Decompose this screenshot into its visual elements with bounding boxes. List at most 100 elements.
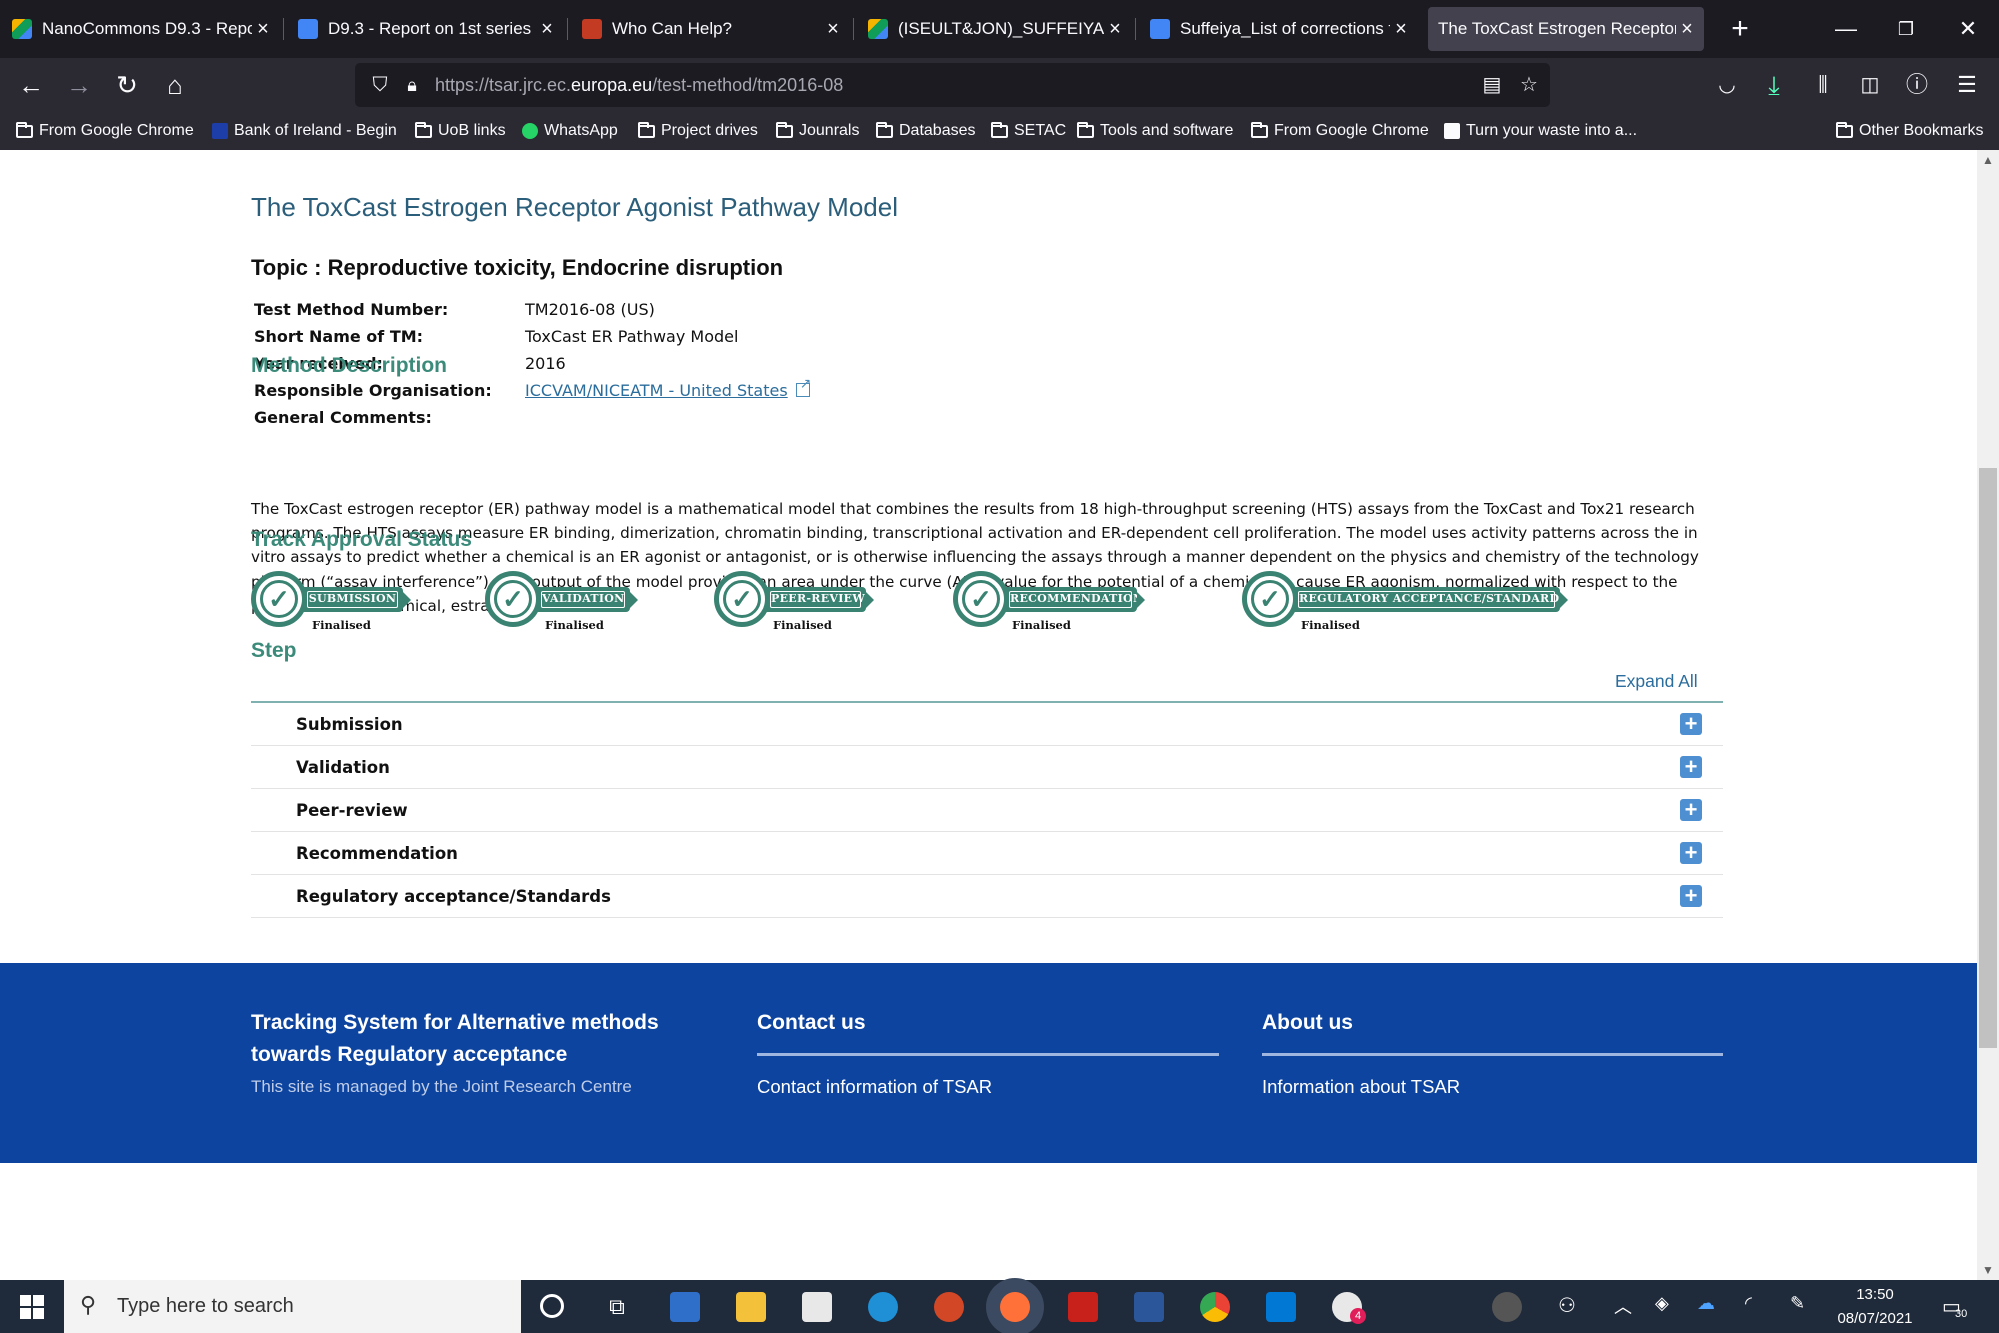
windows-taskbar: ⚲ Type here to search ⧉ 4 ⚇ ︿ ◈ ☁ ◜ ✎ 13… <box>0 1280 1999 1333</box>
bookmark-tools-and-software[interactable]: Tools and software <box>1077 112 1233 150</box>
bookmark-other-bookmarks[interactable]: Other Bookmarks <box>1836 112 1983 150</box>
clock-time[interactable]: 13:50 <box>1830 1286 1920 1303</box>
chrome-icon[interactable] <box>1200 1292 1230 1322</box>
close-icon[interactable]: × <box>1676 18 1698 41</box>
extension-icon[interactable]: ⓘ <box>1900 68 1934 102</box>
wifi-icon[interactable]: ◜ <box>1745 1293 1752 1314</box>
url-text[interactable]: https://tsar.jrc.ec.europa.eu/test-metho… <box>435 63 843 107</box>
expand-all-link[interactable]: Expand All <box>1615 671 1698 692</box>
expand-plus-icon[interactable]: + <box>1680 842 1702 864</box>
close-icon[interactable]: × <box>1104 18 1126 41</box>
close-icon[interactable]: × <box>536 18 558 41</box>
tab-corrections[interactable]: Suffeiya_List of corrections fro × <box>1138 7 1418 51</box>
bookmark-databases[interactable]: Databases <box>876 112 976 150</box>
about-tsar-link[interactable]: Information about TSAR <box>1262 1076 1723 1098</box>
app-icon[interactable] <box>802 1292 832 1322</box>
dropbox-icon[interactable]: ◈ <box>1655 1293 1669 1314</box>
expand-plus-icon[interactable]: + <box>1680 885 1702 907</box>
bookmark-from-google-chrome-2[interactable]: From Google Chrome <box>1251 112 1429 150</box>
folder-icon <box>415 121 432 138</box>
pen-icon[interactable]: ✎ <box>1790 1293 1805 1314</box>
edge-icon[interactable] <box>868 1292 898 1322</box>
new-tab-button[interactable]: + <box>1723 12 1757 46</box>
folder-icon <box>776 121 793 138</box>
tab-nanocommons[interactable]: NanoCommons D9.3 - Report × <box>0 7 280 51</box>
avatar[interactable] <box>1492 1292 1522 1322</box>
home-icon[interactable]: ⌂ <box>158 68 192 102</box>
badge-recommendation: ✓ RECOMMENDATION Finalised <box>953 571 1163 641</box>
bookmark-bank-of-ireland[interactable]: Bank of Ireland - Begin <box>212 112 397 150</box>
bookmark-jounrals[interactable]: Jounrals <box>776 112 859 150</box>
outlook-icon[interactable] <box>1266 1292 1296 1322</box>
acrobat-icon[interactable] <box>1068 1292 1098 1322</box>
scroll-down-arrow-icon[interactable]: ▼ <box>1977 1260 1999 1280</box>
bookmark-turn-your-waste[interactable]: Turn your waste into a... <box>1444 112 1637 150</box>
whatsapp-icon <box>522 123 538 139</box>
cortana-icon[interactable] <box>540 1294 564 1318</box>
close-icon[interactable]: × <box>1390 18 1412 41</box>
step-row-peer-review[interactable]: Peer-review + <box>251 789 1723 832</box>
file-explorer-icon[interactable] <box>736 1292 766 1322</box>
tab-d93-report[interactable]: D9.3 - Report on 1st series of × <box>286 7 564 51</box>
reader-view-icon[interactable]: ▤ <box>1477 70 1507 100</box>
page-title: The ToxCast Estrogen Receptor Agonist Pa… <box>251 192 898 222</box>
library-icon[interactable]: ⫼ <box>1806 68 1840 102</box>
minimize-button[interactable]: — <box>1816 0 1876 58</box>
bookmark-setac[interactable]: SETAC <box>991 112 1066 150</box>
store-icon[interactable] <box>670 1292 700 1322</box>
close-icon[interactable]: × <box>252 18 274 41</box>
shield-icon[interactable]: ⛉ <box>365 70 395 100</box>
tab-bar: NanoCommons D9.3 - Report × D9.3 - Repor… <box>0 0 1999 58</box>
google-docs-icon <box>298 19 318 39</box>
onedrive-icon[interactable]: ☁ <box>1697 1293 1715 1314</box>
task-view-icon[interactable]: ⧉ <box>602 1292 632 1322</box>
page-scrollbar[interactable]: ▲ ▼ <box>1977 150 1999 1280</box>
scrollbar-thumb[interactable] <box>1979 468 1997 1048</box>
expand-plus-icon[interactable]: + <box>1680 713 1702 735</box>
forward-arrow-icon[interactable]: → <box>62 68 96 102</box>
step-row-regulatory-acceptance[interactable]: Regulatory acceptance/Standards + <box>251 875 1723 918</box>
step-row-validation[interactable]: Validation + <box>251 746 1723 789</box>
word-icon[interactable] <box>1134 1292 1164 1322</box>
windows-start-icon[interactable] <box>20 1295 44 1319</box>
folder-icon <box>1251 121 1268 138</box>
sidebar-icon[interactable]: ◫ <box>1853 68 1887 102</box>
download-icon[interactable]: ⤓ <box>1757 68 1791 102</box>
lock-icon[interactable]: 🔒︎ <box>397 70 427 100</box>
pocket-icon[interactable]: ◡ <box>1710 68 1744 102</box>
action-center-count: 30 <box>1955 1308 1968 1320</box>
people-icon[interactable]: ⚇ <box>1558 1293 1576 1318</box>
tab-toxcast-active[interactable]: The ToxCast Estrogen Receptor Ag × <box>1428 7 1704 51</box>
tab-who-can-help[interactable]: Who Can Help? × <box>570 7 850 51</box>
clock-date[interactable]: 08/07/2021 <box>1830 1310 1920 1327</box>
step-row-recommendation[interactable]: Recommendation + <box>251 832 1723 875</box>
taskbar-search-box[interactable]: ⚲ Type here to search <box>64 1280 521 1333</box>
bookmark-from-google-chrome[interactable]: From Google Chrome <box>16 112 194 150</box>
bookmark-star-icon[interactable]: ☆ <box>1514 70 1544 100</box>
scroll-up-arrow-icon[interactable]: ▲ <box>1977 150 1999 170</box>
close-icon[interactable]: × <box>822 18 844 41</box>
method-description-heading: Method Description <box>251 354 448 377</box>
back-arrow-icon[interactable]: ← <box>14 68 48 102</box>
contact-info-link[interactable]: Contact information of TSAR <box>757 1076 1219 1098</box>
bookmark-project-drives[interactable]: Project drives <box>638 112 758 150</box>
powerpoint-icon[interactable] <box>934 1292 964 1322</box>
restore-button[interactable]: ❐ <box>1876 0 1936 58</box>
expand-plus-icon[interactable]: + <box>1680 799 1702 821</box>
close-window-button[interactable]: ✕ <box>1938 0 1998 58</box>
meta-row: General Comments: <box>254 408 432 427</box>
tab-thesis[interactable]: (ISEULT&JON)_SUFFEIYA_THE × <box>856 7 1132 51</box>
bookmark-uob-links[interactable]: UoB links <box>415 112 506 150</box>
step-row-submission[interactable]: Submission + <box>251 703 1723 746</box>
address-bar[interactable]: ⛉ 🔒︎ https://tsar.jrc.ec.europa.eu/test-… <box>355 63 1550 107</box>
expand-plus-icon[interactable]: + <box>1680 756 1702 778</box>
meta-row: Responsible Organisation: ICCVAM/NICEATM … <box>254 376 811 408</box>
check-icon: ✓ <box>485 571 541 627</box>
bookmark-whatsapp[interactable]: WhatsApp <box>522 112 618 150</box>
chevron-up-icon[interactable]: ︿ <box>1614 1293 1632 1319</box>
external-link-icon[interactable] <box>795 376 811 397</box>
firefox-icon[interactable] <box>1000 1292 1030 1322</box>
organisation-link[interactable]: ICCVAM/NICEATM - United States <box>525 381 788 400</box>
reload-icon[interactable]: ↻ <box>110 68 144 102</box>
menu-icon[interactable]: ☰ <box>1950 68 1984 102</box>
